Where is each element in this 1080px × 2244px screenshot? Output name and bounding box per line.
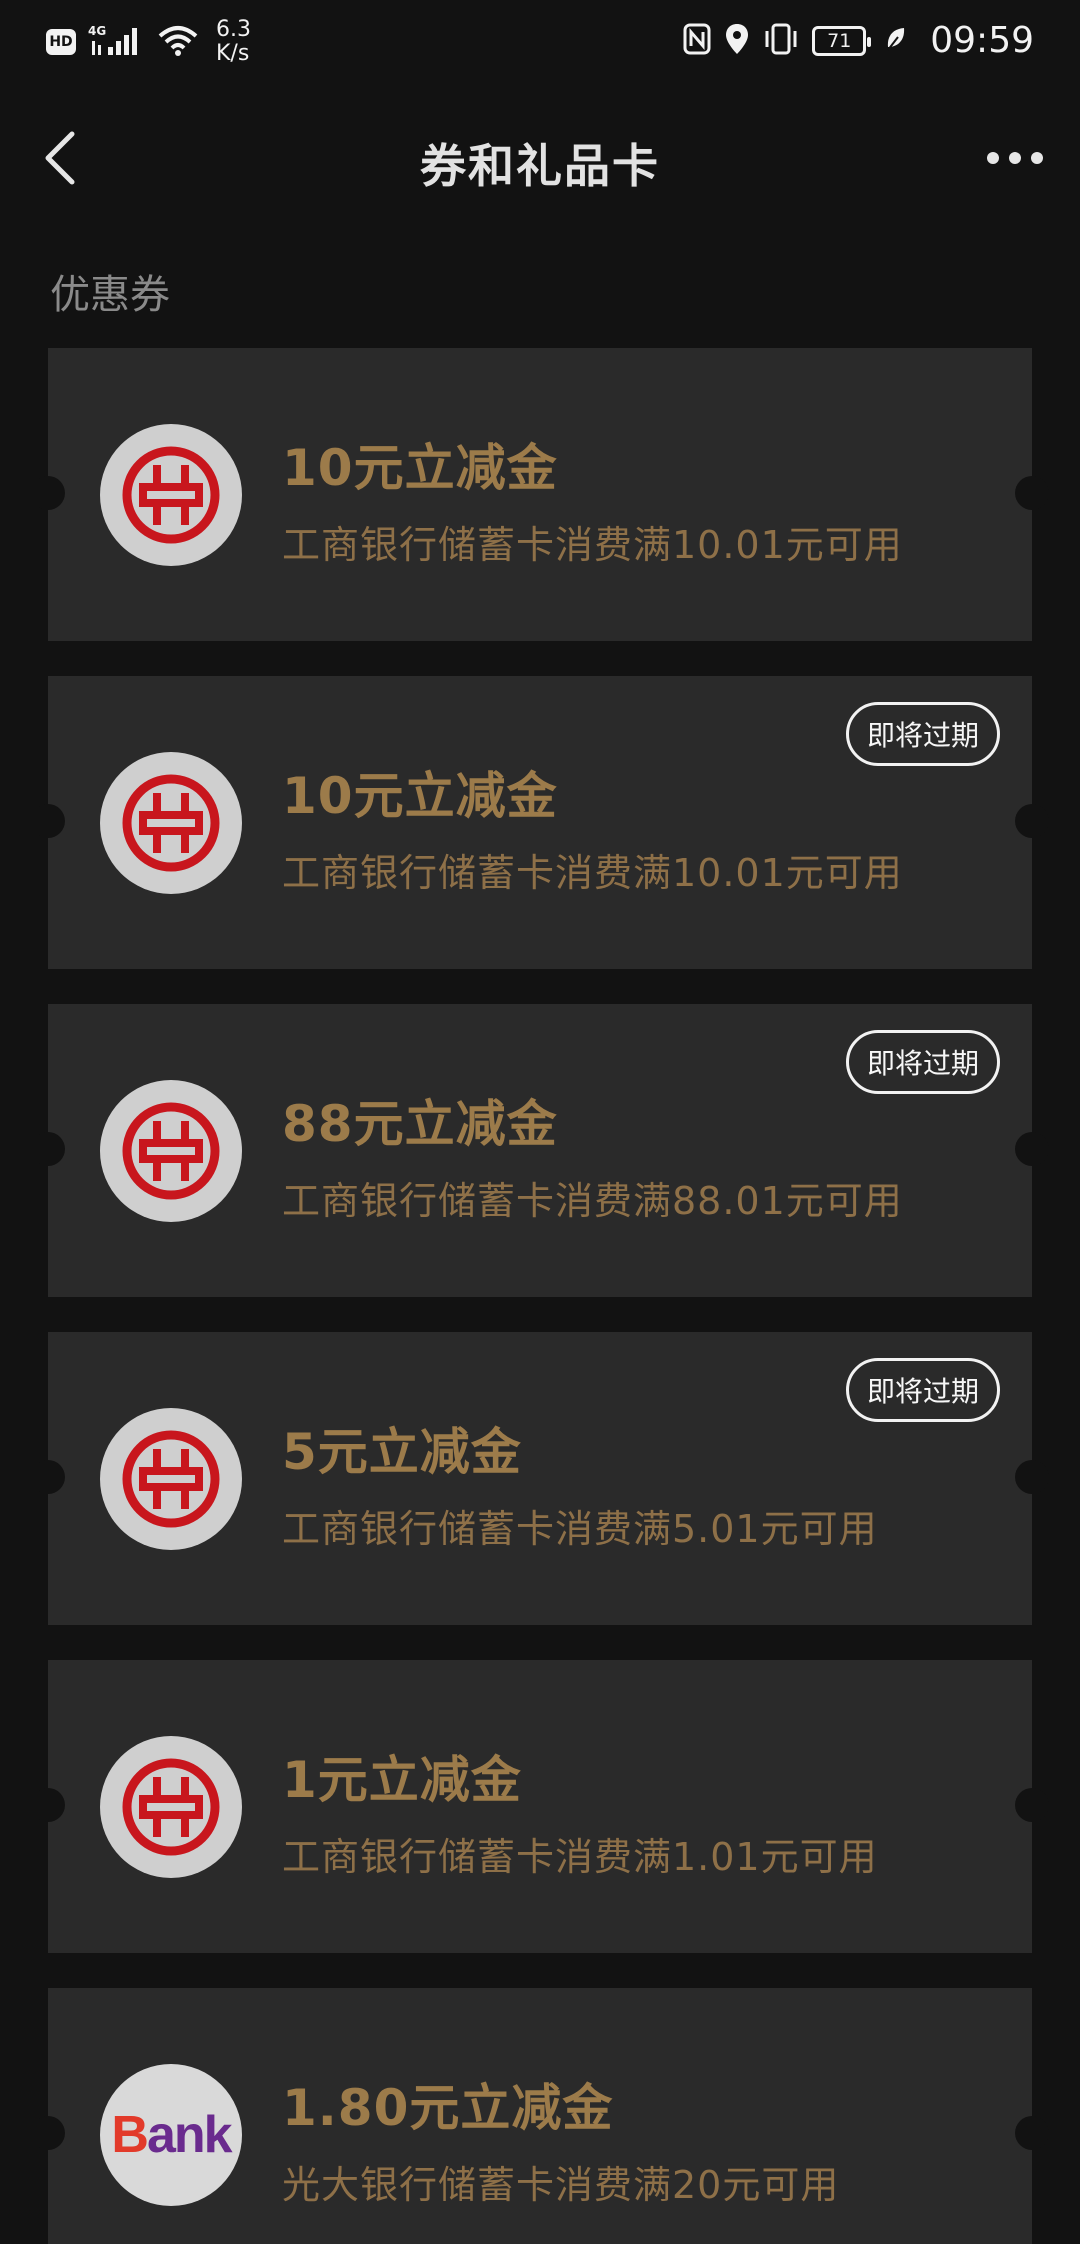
- status-left: HD 4G 6.3 K/s: [46, 18, 251, 66]
- expiring-soon-badge: 即将过期: [845, 1030, 1000, 1094]
- more-dot-icon: [1009, 152, 1021, 164]
- nfc-icon: [682, 22, 712, 60]
- coupon-amount: 1元立减金: [282, 1751, 522, 1809]
- coupon-description: 工商银行储蓄卡消费满5.01元可用: [282, 1507, 878, 1551]
- icbc-logo-icon: [100, 1408, 242, 1550]
- coupon-card[interactable]: 即将过期 88元立减金 工商银行储蓄卡消费满88.01元可用: [31, 1004, 1049, 1297]
- ticket-notch: [1015, 1132, 1049, 1166]
- bank-logo-letters: ank: [146, 2106, 233, 2164]
- coupon-amount: 5元立减金: [282, 1423, 522, 1481]
- page-title: 券和礼品卡: [420, 139, 660, 193]
- section-title: 优惠券: [50, 272, 170, 318]
- coupon-description: 工商银行储蓄卡消费满88.01元可用: [282, 1179, 903, 1223]
- coupon-amount: 10元立减金: [282, 767, 558, 825]
- coupon-card[interactable]: 1元立减金 工商银行储蓄卡消费满1.01元可用: [31, 1660, 1049, 1953]
- vibrate-icon: [762, 22, 800, 60]
- coupon-amount: 88元立减金: [282, 1095, 558, 1153]
- coupon-card[interactable]: 10元立减金 工商银行储蓄卡消费满10.01元可用: [31, 348, 1049, 641]
- svg-text:4G: 4G: [88, 24, 106, 38]
- coupon-card[interactable]: Bank 1.80元立减金 光大银行储蓄卡消费满20元可用: [31, 1988, 1049, 2244]
- ticket-notch: [1015, 804, 1049, 838]
- icbc-logo-icon: [100, 752, 242, 894]
- wifi-icon: [158, 24, 198, 60]
- ticket-notch: [31, 1132, 65, 1166]
- more-dot-icon: [987, 152, 999, 164]
- icbc-logo-icon: [100, 1736, 242, 1878]
- ticket-notch: [31, 2116, 65, 2150]
- coupon-list: 10元立减金 工商银行储蓄卡消费满10.01元可用 即将过期 10元立减金 工商…: [31, 348, 1049, 2244]
- bank-logo-letter-b: B: [111, 2106, 149, 2164]
- coupon-description: 工商银行储蓄卡消费满1.01元可用: [282, 1835, 878, 1879]
- coupon-amount: 1.80元立减金: [282, 2079, 614, 2137]
- coupon-description: 工商银行储蓄卡消费满10.01元可用: [282, 851, 903, 895]
- ticket-notch: [31, 1460, 65, 1494]
- coupon-description: 工商银行储蓄卡消费满10.01元可用: [282, 523, 903, 567]
- leaf-icon: [884, 25, 908, 57]
- coupon-amount: 10元立减金: [282, 439, 558, 497]
- icbc-logo-icon: [100, 1080, 242, 1222]
- network-speed: 6.3 K/s: [216, 18, 251, 66]
- status-right: 71 09:59: [682, 20, 1034, 61]
- coupon-card[interactable]: 即将过期 5元立减金 工商银行储蓄卡消费满5.01元可用: [31, 1332, 1049, 1625]
- ticket-notch: [1015, 1460, 1049, 1494]
- more-dot-icon: [1031, 152, 1043, 164]
- bank-logo-icon: Bank: [100, 2064, 242, 2206]
- ticket-notch: [31, 1788, 65, 1822]
- ticket-notch: [31, 476, 65, 510]
- net-speed-value: 6.3: [216, 17, 251, 42]
- coupon-description: 光大银行储蓄卡消费满20元可用: [282, 2163, 840, 2207]
- net-speed-unit: K/s: [216, 41, 250, 66]
- hd-icon: HD: [46, 29, 76, 55]
- signal-4g-icon: 4G: [88, 23, 146, 61]
- expiring-soon-badge: 即将过期: [845, 702, 1000, 766]
- ticket-notch: [1015, 1788, 1049, 1822]
- ticket-notch: [1015, 2116, 1049, 2150]
- icbc-logo-icon: [100, 424, 242, 566]
- status-bar: HD 4G 6.3 K/s 71 09:59: [0, 0, 1080, 80]
- clock: 09:59: [930, 20, 1034, 61]
- coupon-card[interactable]: 即将过期 10元立减金 工商银行储蓄卡消费满10.01元可用: [31, 676, 1049, 969]
- location-icon: [724, 22, 750, 60]
- ticket-notch: [1015, 476, 1049, 510]
- ticket-notch: [31, 804, 65, 838]
- header: 券和礼品卡: [0, 110, 1080, 210]
- battery-icon: 71: [812, 25, 872, 56]
- expiring-soon-badge: 即将过期: [845, 1358, 1000, 1422]
- more-button[interactable]: [980, 128, 1050, 188]
- bank-logo-text: Bank: [111, 2105, 233, 2165]
